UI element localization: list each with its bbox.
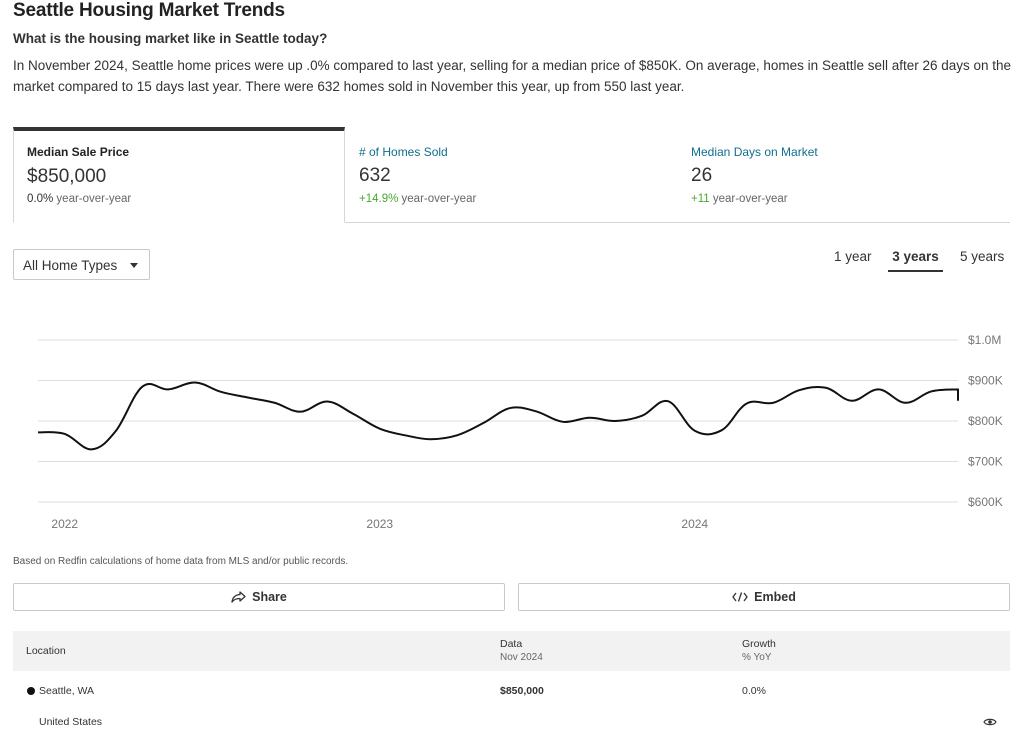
page-title: Seattle Housing Market Trends: [13, 0, 285, 21]
tab-value: $850,000: [27, 166, 107, 187]
data-source-footnote: Based on Redfin calculations of home dat…: [13, 556, 349, 567]
code-icon: [732, 592, 748, 602]
tab-label: # of Homes Sold: [359, 145, 448, 159]
range-3-years[interactable]: 3 years: [888, 249, 943, 272]
range-5-years[interactable]: 5 years: [960, 249, 1004, 264]
tab-growth: 0.0% year-over-year: [27, 193, 131, 205]
growth-suffix: year-over-year: [401, 193, 477, 205]
share-label: Share: [252, 590, 287, 604]
series-line-seattle: [37, 381, 959, 451]
share-icon: [231, 591, 246, 603]
col-data-period: Nov 2024: [500, 652, 543, 663]
y-tick-label: $600K: [968, 495, 1003, 509]
row-growth: 0.0%: [742, 685, 766, 697]
tab-value: 632: [359, 165, 391, 186]
caret-down-icon: [130, 263, 138, 268]
growth-value: +14.9%: [359, 193, 399, 205]
market-description: In November 2024, Seattle home prices we…: [13, 58, 1012, 94]
col-growth: Growth: [742, 638, 776, 650]
metric-tabs: Median Sale Price $850,000 0.0% year-ove…: [13, 127, 1010, 223]
median-sale-price-chart: $1.0M $900K $800K $700K $600K 2022 2023 2024: [37, 333, 1003, 531]
embed-button[interactable]: Embed: [518, 583, 1010, 611]
tab-value: 26: [691, 165, 713, 186]
row-data: $850,000: [500, 685, 544, 697]
tab-growth: +14.9% year-over-year: [359, 193, 476, 205]
tab-label: Median Days on Market: [691, 145, 818, 159]
y-tick-label: $900K: [968, 374, 1003, 388]
x-tick-label: 2023: [366, 517, 393, 531]
y-tick-label: $700K: [968, 455, 1003, 469]
growth-value: 0.0%: [27, 193, 54, 205]
col-location: Location: [26, 645, 66, 657]
range-1-year[interactable]: 1 year: [834, 249, 872, 264]
tab-median-days-on-market[interactable]: Median Days on Market 26 +11 year-over-y…: [678, 127, 1010, 222]
embed-label: Embed: [754, 590, 796, 604]
y-tick-label: $800K: [968, 414, 1003, 428]
home-type-dropdown[interactable]: All Home Types: [13, 249, 150, 280]
tab-label: Median Sale Price: [27, 145, 130, 159]
eye-icon[interactable]: [983, 714, 997, 732]
col-data: Data: [500, 638, 523, 650]
share-button[interactable]: Share: [13, 583, 505, 611]
x-tick-label: 2024: [681, 517, 708, 531]
x-tick-label: 2022: [51, 517, 78, 531]
y-tick-label: $1.0M: [968, 333, 1001, 347]
tab-median-sale-price[interactable]: Median Sale Price $850,000 0.0% year-ove…: [13, 127, 345, 223]
home-type-selected: All Home Types: [23, 258, 118, 273]
tab-homes-sold[interactable]: # of Homes Sold 632 +14.9% year-over-yea…: [346, 127, 678, 222]
subheading: What is the housing market like in Seatt…: [13, 31, 328, 46]
row-location: United States: [39, 716, 103, 728]
table-header: Location Data Nov 2024 Growth % YoY: [13, 631, 1010, 671]
series-dot: [27, 687, 35, 695]
growth-suffix: year-over-year: [56, 193, 132, 205]
tab-growth: +11 year-over-year: [691, 193, 788, 205]
col-growth-sub: % YoY: [742, 652, 772, 663]
growth-suffix: year-over-year: [712, 193, 788, 205]
row-location: Seattle, WA: [39, 685, 95, 697]
growth-value: +11: [691, 193, 710, 205]
